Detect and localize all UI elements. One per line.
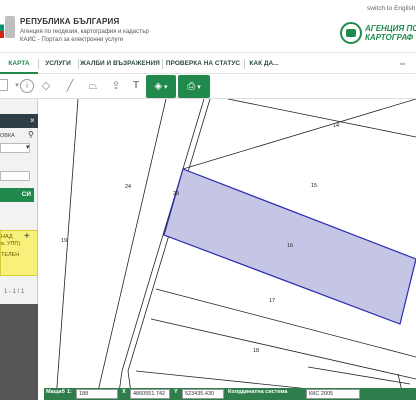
coordinate-system-label: Координатна система (228, 389, 288, 395)
parcel-label: 16 (287, 243, 293, 249)
nav-item-status-check[interactable]: ПРОВЕРКА НА СТАТУС (162, 53, 244, 74)
parcel-label: 24 (125, 184, 131, 190)
sidebar-field-label: ОВКА (0, 133, 15, 139)
site-header: РЕПУБЛИКА БЪЛГАРИЯ Агенция по геодезия, … (0, 0, 416, 52)
x-coordinate-label: X (122, 389, 126, 395)
switch-language-link[interactable]: switch to English (367, 5, 415, 12)
parcel-boundary (182, 99, 416, 170)
result-pager: 1 - 1 / 1 (4, 289, 25, 295)
republic-title: РЕПУБЛИКА БЪЛГАРИЯ (20, 17, 120, 26)
chevron-down-icon: ▾ (162, 84, 168, 91)
parcel-label: 14 (333, 123, 339, 129)
bulgarian-flag (0, 18, 4, 38)
parcel-label: 29 (173, 191, 179, 197)
coordinate-system-select[interactable]: ККС 2005 (306, 389, 360, 399)
sidebar-header-bar: × (0, 114, 38, 128)
parcel-label: 15 (311, 183, 317, 189)
y-coordinate-field: 523435.430 (182, 389, 224, 399)
nav-item-services[interactable]: УСЛУГИ (38, 53, 78, 74)
sidebar-footer-panel (0, 304, 38, 400)
parcel-boundary (95, 99, 167, 400)
cadastral-map[interactable]: 14 15 16 17 18 24 19 29 20 (38, 99, 416, 400)
add-result-icon[interactable]: + (24, 231, 30, 242)
parcel-label: 19 (61, 238, 67, 244)
agency-logo-text: АГЕНЦИЯ ПО КАРТОГРАФ (365, 24, 416, 42)
upload-icon[interactable]: ⇪ (108, 78, 124, 94)
search-button[interactable]: СИ (0, 188, 34, 202)
parcel-label: 17 (269, 298, 275, 304)
text-icon[interactable]: T (128, 78, 144, 94)
layers-icon[interactable]: ◇ (38, 78, 54, 94)
parcel-boundary (55, 99, 79, 400)
sidebar-text-field[interactable] (0, 171, 30, 181)
tool-selector-icon[interactable] (0, 79, 8, 91)
nav-item-complaints[interactable]: ЖАЛБИ И ВЪЗРАЖЕНИЯ (78, 53, 162, 74)
y-coordinate-label: Y (174, 389, 178, 395)
layer-stack-button[interactable]: ◈ ▾ (146, 75, 176, 98)
layer-stack-icon: ◈ (154, 81, 163, 92)
x-coordinate-field: 4860551.742 (130, 389, 170, 399)
parcel-boundary (307, 366, 411, 385)
scale-label: Мащаб (46, 389, 65, 395)
nav-item-how-to[interactable]: КАК ДА... (244, 53, 284, 74)
main-navigation: КАРТА УСЛУГИ ЖАЛБИ И ВЪЗРАЖЕНИЯ ПРОВЕРКА… (0, 52, 416, 74)
location-pin-icon[interactable]: ⚲ (28, 130, 34, 139)
nav-item-map[interactable]: КАРТА (0, 53, 38, 74)
nav-expand-icon[interactable]: ⇔ (398, 58, 407, 68)
parcel-boundary (150, 318, 416, 380)
print-button[interactable]: ⎙ ▾ (178, 75, 210, 98)
search-result-item[interactable]: НАД в. УПП) ТЕЛЕН (0, 230, 38, 276)
coat-of-arms-icon (5, 16, 15, 38)
scale-prefix: 1: (67, 389, 72, 395)
scale-input[interactable]: 188 (76, 389, 118, 399)
close-icon[interactable]: × (30, 116, 35, 125)
map-toolbar: ▾ i ◇ ╱ ⏢ ⇪ T ◈ ▾ ⎙ ▾ (0, 74, 416, 99)
search-sidebar: × ОВКА ⚲ ▾ СИ НАД в. УПП) ТЕЛЕН + 1 - 1 … (0, 99, 38, 400)
info-icon[interactable]: i (20, 79, 34, 93)
parcel-label: 18 (253, 348, 259, 354)
ruler-icon[interactable]: ╱ (62, 78, 78, 94)
agency-subtitle: Агенция по геодезия, картография и кадас… (20, 29, 149, 43)
parcel-boundary (227, 99, 416, 138)
coordinates-bar: Мащаб 1: 188 X 4860551.742 Y 523435.430 … (44, 388, 416, 400)
agency-logo-icon (340, 22, 362, 44)
chevron-down-icon: ▾ (195, 84, 201, 91)
map-canvas[interactable]: 14 15 16 17 18 24 19 29 20 (38, 99, 416, 400)
chevron-down-icon: ▾ (26, 144, 30, 151)
area-icon[interactable]: ⏢ (85, 78, 101, 94)
